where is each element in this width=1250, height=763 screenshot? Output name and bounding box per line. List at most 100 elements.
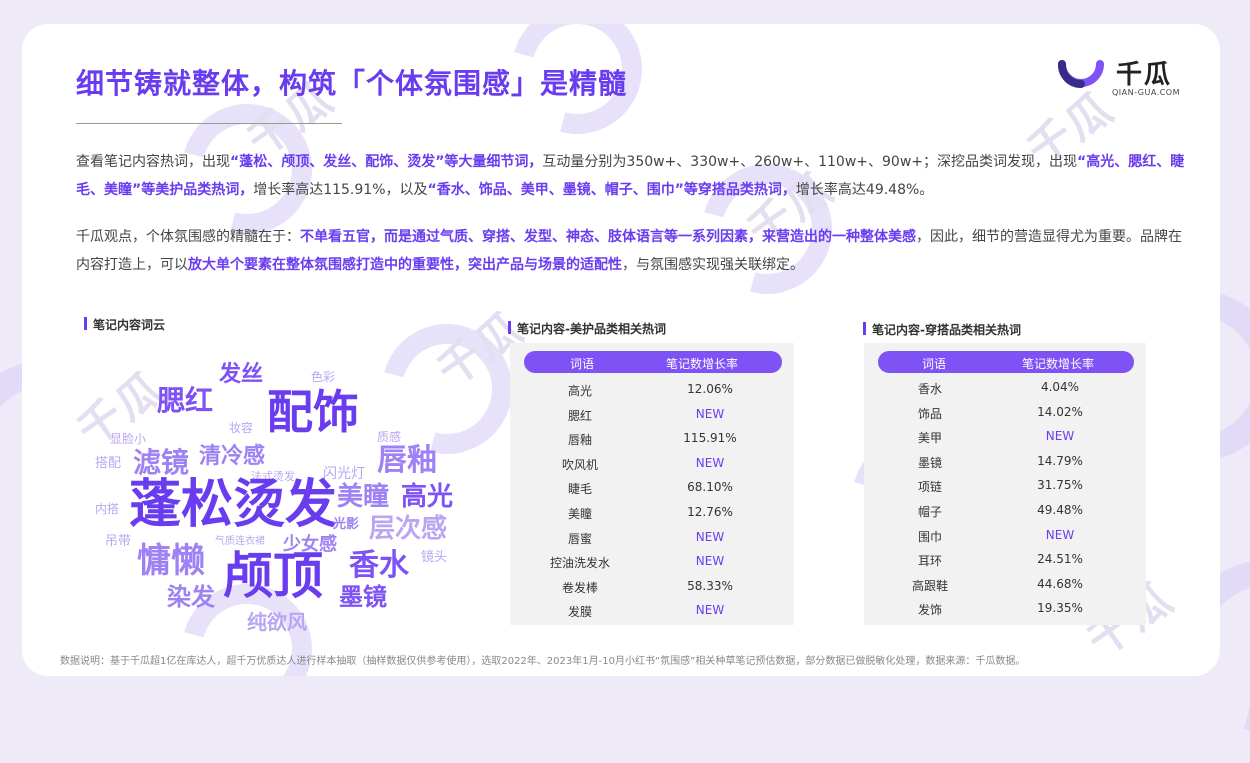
cell-growth: 12.06% xyxy=(687,382,733,396)
fashion-keyword-table: 词语 笔记数增长率 香水 4.04% 饰品 14.02% 美甲 NEW 墨镜 14.79% 项链… xyxy=(864,343,1146,625)
para2-text-1: 千瓜观点，个体氛围感的精髓在于： xyxy=(76,229,300,245)
table-header: 词语 笔记数增长率 xyxy=(878,351,1134,373)
cell-word: 吹风机 xyxy=(561,457,598,472)
cell-growth: NEW xyxy=(695,603,725,618)
table-row: 控油洗发水 NEW xyxy=(510,550,794,574)
cell-word: 饰品 xyxy=(917,406,942,421)
table-row: 围巾 NEW xyxy=(864,524,1146,548)
table-row: 耳环 24.51% xyxy=(864,548,1146,572)
cell-word: 围巾 xyxy=(917,529,942,544)
table-row: 墨镜 14.79% xyxy=(864,450,1146,474)
cell-growth: NEW xyxy=(1045,527,1075,542)
header-growth: 笔记数增长率 xyxy=(666,357,739,371)
footnote: 数据说明：基于千瓜超1亿在库达人，超千万优质达人进行样本抽取（抽样数据仅供参考使… xyxy=(60,656,1026,667)
cell-growth: NEW xyxy=(695,455,725,470)
cell-growth: 115.91% xyxy=(683,431,737,446)
cloud-word: 高光 xyxy=(401,482,454,512)
cell-word: 耳环 xyxy=(917,554,942,569)
table-row: 发饰 19.35% xyxy=(864,597,1146,621)
cell-word: 唇蜜 xyxy=(567,531,592,546)
title-divider xyxy=(76,123,342,124)
header-word: 词语 xyxy=(570,357,595,371)
cloud-word: 配饰 xyxy=(267,385,359,439)
cell-word: 帽子 xyxy=(917,505,942,519)
cloud-word: 颅顶 xyxy=(223,547,323,605)
cloud-word: 光影 xyxy=(333,517,360,532)
beauty-keyword-table: 词语 笔记数增长率 高光 12.06% 腮红 NEW 唇釉 115.91% 吹风机 NEW 睫毛… xyxy=(510,343,794,625)
cell-growth: 49.48% xyxy=(1037,503,1083,517)
cloud-word: 质感 xyxy=(377,430,402,444)
cloud-word: 层次感 xyxy=(369,514,448,544)
cloud-word: 香水 xyxy=(349,548,409,583)
table2-title: 笔记内容-穿搭品类相关热词 xyxy=(863,321,1021,338)
cloud-word: 发丝 xyxy=(219,362,264,387)
cloud-word: 染发 xyxy=(167,583,215,611)
para1-text-1: 查看笔记内容热词，出现 xyxy=(76,154,230,170)
cloud-word: 镜头 xyxy=(421,550,448,565)
cell-growth: NEW xyxy=(695,406,725,421)
header-word: 词语 xyxy=(922,357,947,371)
table-row: 睫毛 68.10% xyxy=(510,476,794,500)
cloud-word: 腮红 xyxy=(157,384,214,417)
cell-word: 发膜 xyxy=(567,605,592,620)
cloud-word: 唇釉 xyxy=(377,443,437,478)
cell-word: 香水 xyxy=(917,382,942,396)
cell-word: 腮红 xyxy=(567,408,592,423)
cell-growth: 31.75% xyxy=(1037,478,1083,493)
page-title: 细节铸就整体，构筑「个体氛围感」是精髓 xyxy=(76,67,628,100)
cell-growth: 12.76% xyxy=(687,505,733,519)
table-row: 吹风机 NEW xyxy=(510,452,794,476)
table-row: 发膜 NEW xyxy=(510,599,794,623)
cloud-word: 吊带 xyxy=(105,534,132,549)
cell-growth: NEW xyxy=(695,554,725,569)
cell-word: 高光 xyxy=(567,384,592,398)
cloud-word: 墨镜 xyxy=(339,583,387,611)
cell-growth: 14.79% xyxy=(1037,453,1083,468)
table-header: 词语 笔记数增长率 xyxy=(524,351,782,373)
header-growth: 笔记数增长率 xyxy=(1022,357,1095,371)
table-row: 唇蜜 NEW xyxy=(510,526,794,550)
table-row: 美甲 NEW xyxy=(864,425,1146,449)
brand-logo: 千瓜 QIAN-GUA.COM xyxy=(1054,52,1194,122)
cell-word: 美瞳 xyxy=(567,507,592,521)
cloud-word: 显脸小 xyxy=(110,432,147,446)
table-row: 美瞳 12.76% xyxy=(510,501,794,525)
table-row: 腮红 NEW xyxy=(510,403,794,427)
cell-growth: 4.04% xyxy=(1040,380,1080,394)
cloud-word: 妆容 xyxy=(229,421,254,435)
cloud-word: 滤镜 xyxy=(133,446,190,479)
paragraph-1: 查看笔记内容热词，出现“蓬松、颅顶、发丝、配饰、烫发”等大量细节词，互动量分别为… xyxy=(76,148,1188,204)
cell-word: 唇釉 xyxy=(567,433,592,448)
cell-growth: NEW xyxy=(695,529,725,544)
word-cloud-title: 笔记内容词云 xyxy=(84,316,165,333)
cloud-word: 搭配 xyxy=(95,456,122,471)
cell-word: 墨镜 xyxy=(917,455,942,470)
cloud-word: 色彩 xyxy=(311,370,336,384)
cell-word: 美甲 xyxy=(917,431,942,446)
table1-title: 笔记内容-美护品类相关热词 xyxy=(508,320,666,337)
logo-url: QIAN-GUA.COM xyxy=(1112,88,1181,97)
table-row: 高跟鞋 44.68% xyxy=(864,573,1146,597)
para1-highlight-1: “蓬松、颅顶、发丝、配饰、烫发”等大量细节词， xyxy=(230,154,543,170)
cloud-word: 清冷感 xyxy=(199,444,266,469)
cell-word: 高跟鞋 xyxy=(911,578,948,593)
logo-icon xyxy=(1058,60,1104,89)
para1-highlight-3: “香水、饰品、美甲、墨镜、帽子、围巾”等穿搭品类热词， xyxy=(427,182,796,198)
para2-text-3: ，与氛围感实现强关联绑定。 xyxy=(622,257,804,273)
table-row: 高光 12.06% xyxy=(510,378,794,402)
table-row: 帽子 49.48% xyxy=(864,499,1146,523)
table-row: 项链 31.75% xyxy=(864,474,1146,498)
cell-growth: 68.10% xyxy=(687,480,733,495)
cell-growth: NEW xyxy=(1045,429,1075,444)
cell-growth: 19.35% xyxy=(1037,601,1083,616)
cell-word: 睫毛 xyxy=(567,482,592,497)
paragraph-2: 千瓜观点，个体氛围感的精髓在于：不单看五官，而是通过气质、穿搭、发型、神态、肢体… xyxy=(76,223,1188,279)
cell-word: 发饰 xyxy=(917,603,942,618)
para1-text-3: 增长率高达115.91%，以及 xyxy=(253,182,428,198)
cell-growth: 14.02% xyxy=(1037,404,1083,419)
cell-word: 项链 xyxy=(917,480,942,495)
para2-highlight-2: 放大单个要素在整体氛围感打造中的重要性，突出产品与场景的适配性 xyxy=(188,257,622,273)
cloud-word: 蓬松烫发 xyxy=(129,475,338,535)
cell-growth: 58.33% xyxy=(687,578,733,593)
table-row: 香水 4.04% xyxy=(864,376,1146,400)
